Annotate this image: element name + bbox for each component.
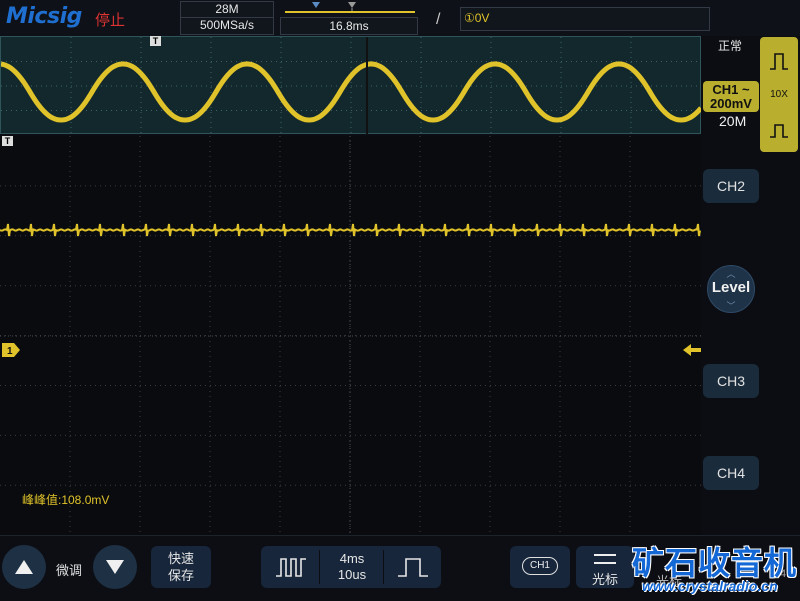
ac-coupling-icon: ~	[742, 82, 750, 97]
main-trigger-marker: T	[2, 136, 13, 146]
watermark: 矿石收音机 www.crystalradio.cn	[628, 538, 800, 600]
sample-rate: 500MSa/s	[181, 17, 273, 33]
ch1-chip: CH1	[522, 557, 558, 575]
trigger-pos-marker-icon	[348, 2, 356, 8]
run-state-text: 停止	[95, 12, 126, 29]
main-plot-grid	[0, 136, 701, 535]
channel-select-button[interactable]: CH1	[510, 546, 570, 588]
triangle-down-icon	[106, 560, 124, 574]
quick-save-line1: 快速	[167, 551, 194, 566]
ch1-label: CH1	[712, 82, 739, 97]
timebase-control[interactable]: 4ms 10us	[261, 546, 441, 588]
quick-save-line2: 保存	[167, 568, 194, 583]
watermark-url: www.crystalradio.cn	[642, 578, 778, 594]
ch2-button[interactable]: CH2	[703, 169, 759, 203]
pulse-low-icon	[770, 124, 788, 138]
run-stop-status[interactable]: 停止	[95, 9, 125, 30]
ch3-button[interactable]: CH3	[703, 364, 759, 398]
rising-edge-icon[interactable]: /	[436, 11, 440, 29]
time-window-bar	[285, 11, 415, 13]
fine-up-button[interactable]	[2, 545, 46, 589]
trigger-level: ①0V	[464, 11, 490, 25]
triangle-up-icon	[15, 560, 33, 574]
ch1-settings-tag[interactable]: CH1 ~ 200mV	[703, 81, 759, 112]
level-label: Level	[711, 279, 751, 296]
probe-panel[interactable]: 10X	[760, 37, 798, 152]
timebase-wide-icon[interactable]	[397, 556, 429, 578]
trigger-info[interactable]	[460, 7, 710, 31]
peak-to-peak-measurement: 峰峰值:108.0mV	[22, 493, 110, 507]
memory-depth: 28M	[215, 2, 239, 16]
cursor-label: 光标	[591, 572, 618, 587]
trigger-level-arrow-icon[interactable]	[683, 343, 701, 357]
timebase-narrow-icon[interactable]	[275, 556, 307, 578]
chevron-down-icon: ﹀	[726, 301, 736, 311]
trigger-mode[interactable]: 正常	[718, 37, 742, 54]
overview-trigger-marker: T	[150, 36, 161, 46]
acquisition-info[interactable]: 28M 500MSa/s	[180, 1, 274, 35]
ch1-marker-label: 1	[7, 346, 13, 357]
timebase-zoom: 10us	[337, 567, 367, 582]
probe-ratio: 10X	[770, 89, 788, 100]
cursor-button[interactable]: 光标	[576, 546, 634, 588]
overview-waveform	[1, 61, 702, 123]
brand-logo: Micsig	[6, 4, 82, 29]
level-knob[interactable]: ︿ Level ﹀	[707, 265, 755, 313]
ch1-offset-marker[interactable]: 1	[2, 343, 20, 357]
timebase-main: 4ms	[339, 551, 365, 566]
ch1-trace	[0, 223, 701, 237]
main-waveform-plot[interactable]	[0, 136, 701, 535]
timebase-pos-marker-icon	[312, 2, 320, 8]
horizontal-position[interactable]: 16.8ms	[280, 17, 418, 35]
fine-adjust-label: 微调	[56, 563, 83, 578]
fine-down-button[interactable]	[93, 545, 137, 589]
cursor-lines-icon	[594, 554, 616, 556]
overview-plot	[1, 37, 702, 135]
horizontal-position-indicator	[312, 2, 356, 11]
quick-save-button[interactable]: 快速 保存	[151, 546, 211, 588]
ch1-scale: 200mV	[710, 96, 752, 111]
pulse-high-icon	[770, 53, 788, 70]
ch4-button[interactable]: CH4	[703, 456, 759, 490]
bandwidth-limit: 20M	[719, 113, 747, 129]
waveform-overview[interactable]	[0, 36, 702, 135]
